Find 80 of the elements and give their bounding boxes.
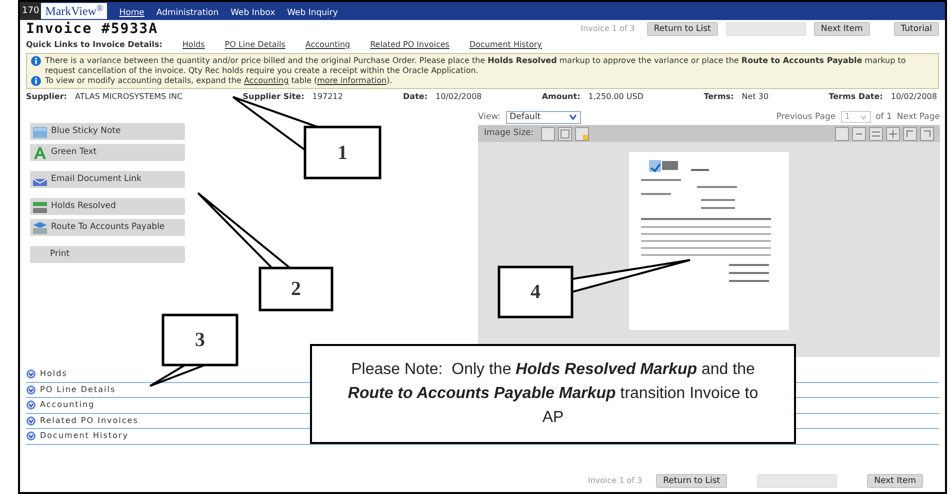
markup-button[interactable]: Print	[30, 246, 185, 263]
position-text: Invoice 1 of 3	[580, 23, 635, 35]
page-count: of 1	[876, 110, 892, 124]
invoice-title: Invoice #5933A	[26, 20, 158, 38]
toolbar-icon[interactable]	[886, 126, 900, 140]
view-label: View:	[478, 110, 501, 124]
markup-button[interactable]: Green Text	[30, 144, 185, 161]
note-text: Please Note: Only the Holds Resolved Markup and the Route to Accounts Payable Markup transition Invoice to AP	[310, 344, 796, 444]
markup-button[interactable]: Blue Sticky Note	[30, 123, 185, 140]
section-title[interactable]: Related PO Invoices	[40, 414, 138, 427]
expand-icon[interactable]	[26, 416, 36, 426]
info-icon	[31, 76, 41, 86]
link[interactable]: more information	[317, 76, 387, 85]
field-value: 1,250.00 USD	[588, 91, 644, 103]
quick-links-label: Quick Links to Invoice Details:	[26, 39, 162, 51]
page-icon[interactable]	[558, 126, 572, 140]
section-title[interactable]: Accounting	[40, 399, 95, 412]
letter-icon	[33, 146, 47, 158]
expand-icon[interactable]	[26, 431, 36, 442]
button[interactable]: Next Item	[867, 474, 923, 488]
quick-link[interactable]: Related PO Invoices	[370, 39, 450, 51]
field-label: Terms Date:	[828, 91, 883, 103]
info-icon	[31, 56, 41, 66]
page-icon[interactable]	[540, 126, 555, 140]
field-label: Date:	[403, 91, 428, 103]
quick-link[interactable]: Document History	[469, 39, 542, 51]
nav-link[interactable]: Web Inquiry	[287, 6, 338, 20]
position-text: Invoice 1 of 3	[588, 475, 642, 487]
view-select[interactable]: Default	[506, 110, 581, 124]
quick-link[interactable]: Accounting	[305, 39, 350, 51]
field-label: Terms:	[704, 91, 734, 103]
dropdown-icon	[860, 114, 867, 120]
expand-icon[interactable]	[26, 384, 36, 395]
notice-text: There is a variance between the quantity and/or price billed and the original Purchase Order. Please place the Holds Resolved markup to approve the variance or place the Route to Accounts Payable markup to request cancellation of the invoice. Qty Rec holds require you create a receipt within the Oracle Application.	[45, 56, 907, 76]
next-page-label: Next Page	[896, 110, 940, 124]
expand-icon[interactable]	[26, 400, 36, 410]
tray-icon	[33, 222, 47, 234]
nav-link[interactable]: Administration	[156, 6, 219, 20]
button[interactable]: Next Item	[814, 22, 870, 36]
markup-button[interactable]: Route To Accounts Payable	[30, 219, 185, 236]
quick-link[interactable]: PO Line Details	[224, 39, 286, 51]
page-icon[interactable]	[574, 126, 589, 140]
toolbar-icon[interactable]	[852, 126, 866, 140]
field-label: Amount:	[542, 91, 580, 103]
toolbar-icon[interactable]	[903, 126, 917, 140]
previous-page-label: Previous Page	[776, 110, 836, 124]
toolbar-icon[interactable]	[869, 126, 883, 140]
field-value: 197212	[312, 91, 343, 103]
markup-button[interactable]: Email Document Link	[30, 171, 185, 188]
field-label: Supplier Site:	[242, 91, 304, 103]
field-value: ATLAS MICROSYSTEMS INC	[74, 91, 183, 103]
button[interactable]: Return to List	[656, 474, 728, 488]
logo: MarkView$^{®}$	[41, 3, 108, 19]
nav-link[interactable]: Home	[119, 6, 144, 20]
dropdown-icon	[568, 113, 577, 121]
expand-icon[interactable]	[26, 369, 36, 380]
button[interactable]: Tutorial	[894, 22, 939, 36]
section-title[interactable]: Document History	[40, 430, 128, 442]
toolbar-icon[interactable]	[835, 126, 849, 140]
section-title[interactable]: Holds	[40, 368, 68, 380]
notice-text: To view or modify accounting details, expand the Accounting table (more information).	[45, 76, 392, 86]
image-size-label: Image Size:	[484, 127, 534, 140]
field-value: Net 30	[742, 91, 769, 103]
callout-number: 1	[336, 142, 348, 164]
field-value: 10/02/2008	[436, 91, 482, 103]
field-label: Supplier:	[26, 91, 67, 103]
field-value: 10/02/2008	[890, 91, 937, 103]
logo-number: 170	[20, 2, 42, 20]
callout-number: 3	[194, 329, 206, 351]
markup-button[interactable]: Holds Resolved	[30, 198, 185, 215]
nav-link[interactable]: Web Inbox	[230, 6, 276, 20]
link[interactable]: Accounting	[244, 76, 289, 85]
button[interactable]: Return to List	[646, 22, 718, 36]
quick-link[interactable]: Holds	[182, 39, 205, 51]
stack-icon	[33, 200, 47, 212]
callout-number: 4	[530, 281, 542, 303]
note-icon	[33, 126, 47, 138]
toolbar-icon[interactable]	[920, 126, 934, 140]
callout-number: 2	[290, 278, 302, 300]
section-title[interactable]: PO Line Details	[40, 384, 116, 396]
